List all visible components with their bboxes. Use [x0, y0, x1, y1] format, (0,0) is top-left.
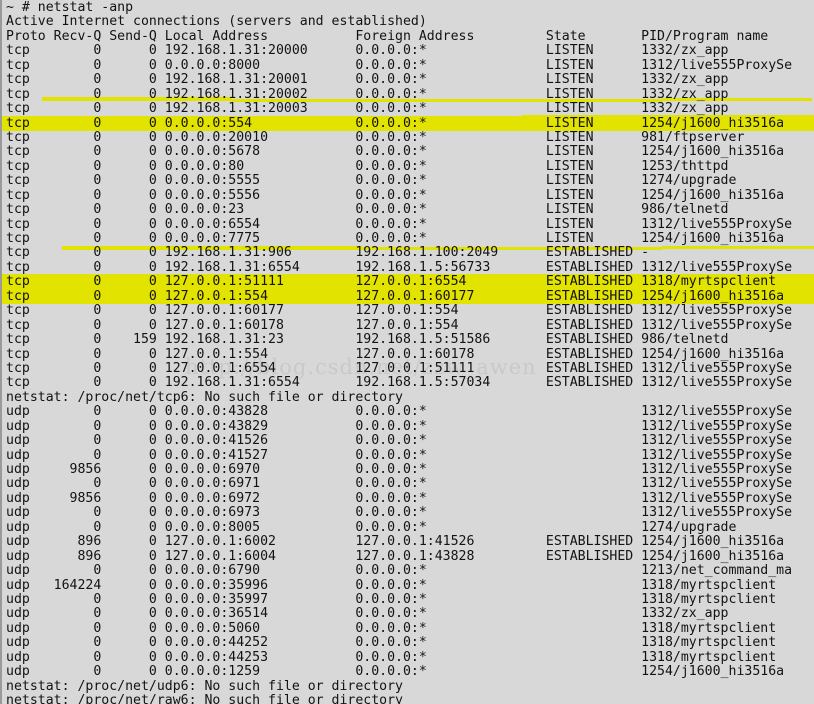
- terminal-line: tcp 0 0 192.168.1.31:906 192.168.1.100:2…: [6, 246, 814, 260]
- terminal-line-text: tcp 0 0 192.168.1.31:20002 0.0.0.0:* LIS…: [6, 86, 729, 102]
- terminal-line-text: udp 0 0 0.0.0.0:41526 0.0.0.0:* 1312/liv…: [6, 433, 793, 449]
- terminal-line-text: tcp 0 0 192.168.1.31:20000 0.0.0.0:* LIS…: [6, 43, 729, 59]
- terminal-line-text: tcp 0 0 192.168.1.31:6554 192.168.1.5:56…: [6, 259, 793, 275]
- terminal-line: udp 896 0 127.0.0.1:6004 127.0.0.1:43828…: [6, 548, 814, 564]
- terminal-line-text: udp 0 0 0.0.0.0:6973 0.0.0.0:* 1312/live…: [6, 505, 793, 521]
- terminal-line: netstat: /proc/net/raw6: No such file or…: [6, 693, 814, 704]
- terminal-line: udp 0 0 0.0.0.0:6971 0.0.0.0:* 1312/live…: [6, 477, 814, 491]
- terminal-line-text: udp 0 0 0.0.0.0:6790 0.0.0.0:* 1213/net_…: [6, 563, 793, 579]
- terminal-line: udp 0 0 0.0.0.0:1259 0.0.0.0:* 1254/j160…: [6, 664, 814, 680]
- terminal-line: udp 0 0 0.0.0.0:43829 0.0.0.0:* 1312/liv…: [6, 418, 814, 434]
- terminal-line-text: udp 0 0 0.0.0.0:6971 0.0.0.0:* 1312/live…: [6, 476, 793, 492]
- terminal-line: tcp 0 0 0.0.0.0:5678 0.0.0.0:* LISTEN 12…: [6, 145, 814, 159]
- terminal-window[interactable]: http://blog.csdn.net/zzw_awen ~ # netsta…: [0, 0, 814, 704]
- terminal-line: tcp 0 0 127.0.0.1:51111 127.0.0.1:6554 E…: [2, 274, 814, 290]
- terminal-line-text: tcp 0 0 0.0.0.0:5555 0.0.0.0:* LISTEN 12…: [6, 173, 737, 189]
- terminal-line: udp 0 0 0.0.0.0:41527 0.0.0.0:* 1312/liv…: [6, 447, 814, 463]
- terminal-line-text: udp 0 0 0.0.0.0:1259 0.0.0.0:* 1254/j160…: [6, 664, 785, 680]
- terminal-line: udp 0 0 0.0.0.0:36514 0.0.0.0:* 1332/zx_…: [6, 607, 814, 621]
- terminal-line: udp 0 0 0.0.0.0:44253 0.0.0.0:* 1318/myr…: [6, 649, 814, 665]
- terminal-line-text: tcp 0 0 192.168.1.31:20001 0.0.0.0:* LIS…: [6, 72, 729, 88]
- terminal-line-text: udp 0 0 0.0.0.0:41527 0.0.0.0:* 1312/liv…: [6, 447, 793, 463]
- terminal-line: Active Internet connections (servers and…: [6, 15, 814, 29]
- terminal-line-text: tcp 0 0 0.0.0.0:5556 0.0.0.0:* LISTEN 12…: [6, 187, 785, 203]
- terminal-line-text: tcp 0 0 0.0.0.0:8000 0.0.0.0:* LISTEN 13…: [6, 57, 793, 73]
- terminal-line: udp 164224 0 0.0.0.0:35996 0.0.0.0:* 131…: [6, 577, 814, 593]
- terminal-line: tcp 0 0 0.0.0.0:6554 0.0.0.0:* LISTEN 13…: [6, 216, 814, 232]
- terminal-output: ~ # netstat -anp Active Internet connecti…: [2, 0, 814, 704]
- terminal-line: tcp 0 0 0.0.0.0:23 0.0.0.0:* LISTEN 986/…: [6, 202, 814, 218]
- terminal-line: tcp 0 0 0.0.0.0:5556 0.0.0.0:* LISTEN 12…: [6, 187, 814, 203]
- terminal-line: tcp 0 0 127.0.0.1:60177 127.0.0.1:554 ES…: [6, 303, 814, 319]
- terminal-line-text: udp 0 0 0.0.0.0:36514 0.0.0.0:* 1332/zx_…: [6, 606, 729, 622]
- terminal-line-text: tcp 0 0 192.168.1.31:6554 192.168.1.5:57…: [6, 375, 793, 391]
- terminal-line: udp 0 0 0.0.0.0:6790 0.0.0.0:* 1213/net_…: [6, 563, 814, 579]
- terminal-line: tcp 0 159 192.168.1.31:23 192.168.1.5:51…: [6, 332, 814, 348]
- terminal-line: udp 0 0 0.0.0.0:44252 0.0.0.0:* 1318/myr…: [6, 636, 814, 650]
- terminal-line-text: udp 896 0 127.0.0.1:6002 127.0.0.1:41526…: [6, 534, 785, 550]
- terminal-line: udp 0 0 0.0.0.0:43828 0.0.0.0:* 1312/liv…: [6, 405, 814, 419]
- terminal-line-text: netstat: /proc/net/raw6: No such file or…: [6, 693, 403, 704]
- terminal-line: tcp 0 0 192.168.1.31:20000 0.0.0.0:* LIS…: [6, 44, 814, 58]
- terminal-line-text: tcp 0 0 127.0.0.1:554 127.0.0.1:60177 ES…: [6, 288, 785, 304]
- terminal-line: tcp 0 0 0.0.0.0:554 0.0.0.0:* LISTEN 125…: [2, 115, 814, 131]
- terminal-line-text: Proto Recv-Q Send-Q Local Address Foreig…: [6, 28, 769, 44]
- terminal-line-text: tcp 0 0 0.0.0.0:5678 0.0.0.0:* LISTEN 12…: [6, 144, 785, 160]
- terminal-line-text: tcp 0 0 0.0.0.0:554 0.0.0.0:* LISTEN 125…: [6, 115, 785, 131]
- terminal-line-text: netstat: /proc/net/tcp6: No such file or…: [6, 389, 403, 405]
- terminal-line-text: udp 0 0 0.0.0.0:35997 0.0.0.0:* 1318/myr…: [6, 591, 777, 607]
- terminal-line-text: tcp 0 0 127.0.0.1:51111 127.0.0.1:6554 E…: [6, 274, 777, 290]
- terminal-line: udp 0 0 0.0.0.0:6973 0.0.0.0:* 1312/live…: [6, 506, 814, 520]
- terminal-line-text: udp 0 0 0.0.0.0:43828 0.0.0.0:* 1312/liv…: [6, 404, 793, 420]
- terminal-line-text: tcp 0 0 192.168.1.31:906 192.168.1.100:2…: [6, 245, 650, 261]
- terminal-line: tcp 0 0 192.168.1.31:20003 0.0.0.0:* LIS…: [6, 101, 814, 117]
- terminal-line: tcp 0 0 192.168.1.31:20001 0.0.0.0:* LIS…: [6, 72, 814, 88]
- terminal-line: udp 896 0 127.0.0.1:6002 127.0.0.1:41526…: [6, 534, 814, 550]
- terminal-line: netstat: /proc/net/udp6: No such file or…: [6, 678, 814, 694]
- terminal-line: tcp 0 0 192.168.1.31:6554 192.168.1.5:57…: [6, 376, 814, 390]
- terminal-line-text: tcp 0 0 192.168.1.31:20003 0.0.0.0:* LIS…: [6, 101, 729, 117]
- terminal-line-text: tcp 0 0 0.0.0.0:80 0.0.0.0:* LISTEN 1253…: [6, 158, 729, 174]
- terminal-line-text: udp 0 0 0.0.0.0:5060 0.0.0.0:* 1318/myrt…: [6, 620, 777, 636]
- terminal-line-text: tcp 0 0 127.0.0.1:60178 127.0.0.1:554 ES…: [6, 317, 793, 333]
- terminal-line: tcp 0 0 0.0.0.0:5555 0.0.0.0:* LISTEN 12…: [6, 174, 814, 188]
- terminal-line-text: udp 0 0 0.0.0.0:44253 0.0.0.0:* 1318/myr…: [6, 649, 777, 665]
- terminal-line: tcp 0 0 192.168.1.31:20002 0.0.0.0:* LIS…: [6, 86, 814, 102]
- terminal-line-text: udp 0 0 0.0.0.0:44252 0.0.0.0:* 1318/myr…: [6, 635, 777, 651]
- terminal-line: tcp 0 0 127.0.0.1:60178 127.0.0.1:554 ES…: [6, 317, 814, 333]
- terminal-line-text: tcp 0 159 192.168.1.31:23 192.168.1.5:51…: [6, 332, 729, 348]
- terminal-line-text: tcp 0 0 127.0.0.1:6554 127.0.0.1:51111 E…: [6, 360, 793, 376]
- terminal-line-text: udp 896 0 127.0.0.1:6004 127.0.0.1:43828…: [6, 548, 785, 564]
- terminal-line-text: tcp 0 0 0.0.0.0:6554 0.0.0.0:* LISTEN 13…: [6, 216, 793, 232]
- terminal-line-text: tcp 0 0 0.0.0.0:7775 0.0.0.0:* LISTEN 12…: [6, 231, 785, 246]
- terminal-line-text: udp 9856 0 0.0.0.0:6970 0.0.0.0:* 1312/l…: [6, 462, 793, 477]
- terminal-line-text: Active Internet connections (servers and…: [6, 14, 427, 30]
- terminal-line-text: tcp 0 0 0.0.0.0:20010 0.0.0.0:* LISTEN 9…: [6, 129, 745, 145]
- terminal-line-text: netstat: /proc/net/udp6: No such file or…: [6, 678, 403, 694]
- terminal-line-text: udp 0 0 0.0.0.0:43829 0.0.0.0:* 1312/liv…: [6, 418, 793, 434]
- terminal-line-text: tcp 0 0 0.0.0.0:23 0.0.0.0:* LISTEN 986/…: [6, 202, 729, 218]
- terminal-line: udp 0 0 0.0.0.0:41526 0.0.0.0:* 1312/liv…: [6, 433, 814, 449]
- terminal-line-text: udp 0 0 0.0.0.0:8005 0.0.0.0:* 1274/upgr…: [6, 519, 737, 535]
- terminal-line-text: tcp 0 0 127.0.0.1:554 127.0.0.1:60178 ES…: [6, 346, 785, 362]
- terminal-line-text: tcp 0 0 127.0.0.1:60177 127.0.0.1:554 ES…: [6, 303, 793, 319]
- terminal-line: tcp 0 0 127.0.0.1:554 127.0.0.1:60178 ES…: [6, 346, 814, 362]
- terminal-line-text: udp 164224 0 0.0.0.0:35996 0.0.0.0:* 131…: [6, 577, 777, 593]
- terminal-line-text: ~ # netstat -anp: [6, 0, 134, 15]
- terminal-line-text: udp 9856 0 0.0.0.0:6972 0.0.0.0:* 1312/l…: [6, 490, 793, 506]
